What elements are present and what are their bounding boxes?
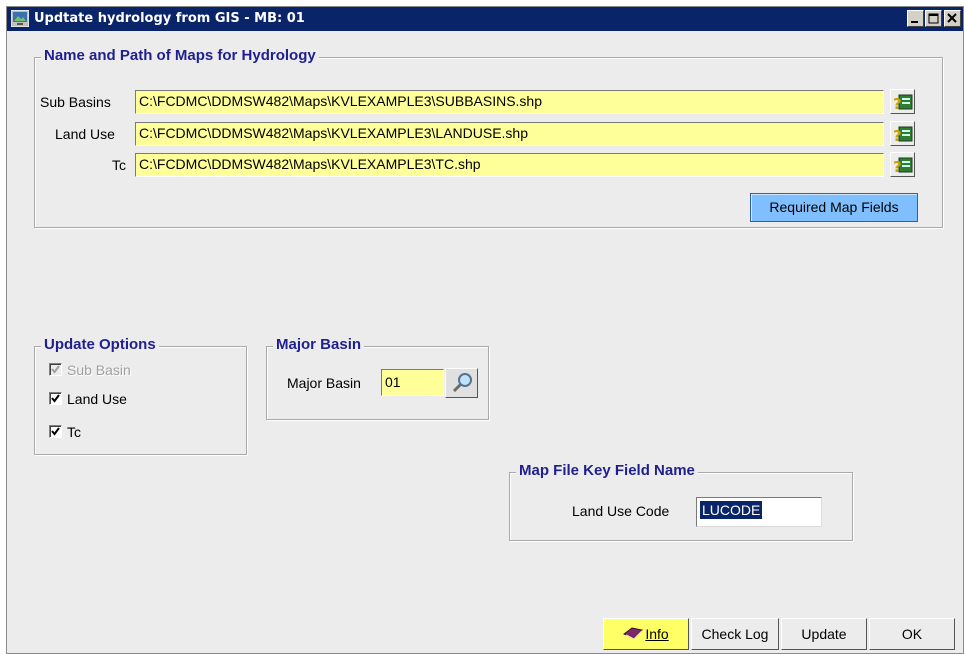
window-title: Updtate hydrology from GIS - MB: 01	[34, 11, 305, 26]
svg-text:?: ?	[893, 95, 902, 112]
main-window: Updtate hydrology from GIS - MB: 01 Name…	[6, 6, 964, 654]
key-field-title: Map File Key Field Name	[516, 462, 698, 479]
window-controls	[906, 10, 961, 28]
required-map-fields-button[interactable]: Required Map Fields	[750, 193, 918, 222]
minimize-icon	[911, 21, 918, 23]
sub-basins-path-field[interactable]: C:\FCDMC\DDMSW482\Maps\KVLEXAMPLE3\SUBBA…	[135, 90, 884, 114]
maps-group-title: Name and Path of Maps for Hydrology	[41, 47, 319, 64]
key-field-group: Map File Key Field Name Land Use Code LU…	[509, 462, 853, 541]
sub-basin-checkbox	[49, 363, 62, 376]
maximize-icon	[928, 13, 939, 24]
maps-group: Name and Path of Maps for Hydrology Sub …	[34, 47, 943, 228]
sub-basin-option: Sub Basin	[49, 360, 199, 380]
tc-browse-button[interactable]: ?	[890, 152, 915, 177]
land-use-code-label: Land Use Code	[572, 503, 670, 519]
file-browse-icon: ?	[893, 94, 913, 112]
file-browse-icon: ?	[893, 126, 913, 144]
book-icon	[623, 620, 644, 650]
tc-path-field[interactable]: C:\FCDMC\DDMSW482\Maps\KVLEXAMPLE3\TC.sh…	[135, 153, 884, 177]
land-use-checkbox[interactable]	[49, 392, 62, 405]
update-options-group: Update Options Sub Basin Land Use Tc	[34, 336, 247, 455]
maximize-button[interactable]	[925, 10, 942, 27]
land-use-browse-button[interactable]: ?	[890, 121, 915, 146]
land-use-path-field[interactable]: C:\FCDMC\DDMSW482\Maps\KVLEXAMPLE3\LANDU…	[135, 122, 884, 146]
major-basin-group: Major Basin Major Basin 01	[266, 336, 489, 420]
major-basin-field[interactable]: 01	[381, 369, 444, 396]
title-bar[interactable]: Updtate hydrology from GIS - MB: 01	[7, 7, 963, 31]
sub-basin-option-label: Sub Basin	[67, 362, 131, 378]
file-browse-icon: ?	[893, 157, 913, 175]
check-icon	[51, 427, 60, 436]
land-use-option[interactable]: Land Use	[49, 389, 199, 409]
sub-basins-browse-button[interactable]: ?	[890, 89, 915, 114]
ok-button[interactable]: OK	[869, 618, 955, 650]
minimize-button[interactable]	[907, 10, 924, 27]
close-icon	[947, 13, 957, 23]
tc-option[interactable]: Tc	[49, 422, 199, 442]
svg-text:?: ?	[893, 127, 902, 144]
check-icon	[51, 394, 60, 403]
check-log-button[interactable]: Check Log	[691, 618, 779, 650]
update-button[interactable]: Update	[781, 618, 867, 650]
major-basin-lookup-button[interactable]	[445, 368, 478, 398]
app-icon	[10, 9, 30, 28]
land-use-code-value: LUCODE	[700, 501, 763, 519]
land-use-code-field[interactable]: LUCODE	[696, 497, 822, 527]
info-button-label: Info	[645, 626, 669, 642]
major-basin-label: Major Basin	[287, 375, 361, 391]
update-options-title: Update Options	[41, 336, 159, 353]
land-use-option-label: Land Use	[67, 391, 127, 407]
major-basin-title: Major Basin	[273, 336, 365, 353]
tc-label: Tc	[112, 157, 126, 173]
land-use-label: Land Use	[55, 126, 115, 142]
tc-checkbox[interactable]	[49, 425, 62, 438]
svg-text:?: ?	[893, 158, 902, 175]
magnifier-icon	[452, 373, 472, 393]
check-icon	[51, 365, 60, 374]
info-button[interactable]: Info	[603, 618, 689, 650]
sub-basins-label: Sub Basins	[40, 94, 111, 110]
close-button[interactable]	[944, 10, 961, 27]
tc-option-label: Tc	[67, 424, 81, 440]
